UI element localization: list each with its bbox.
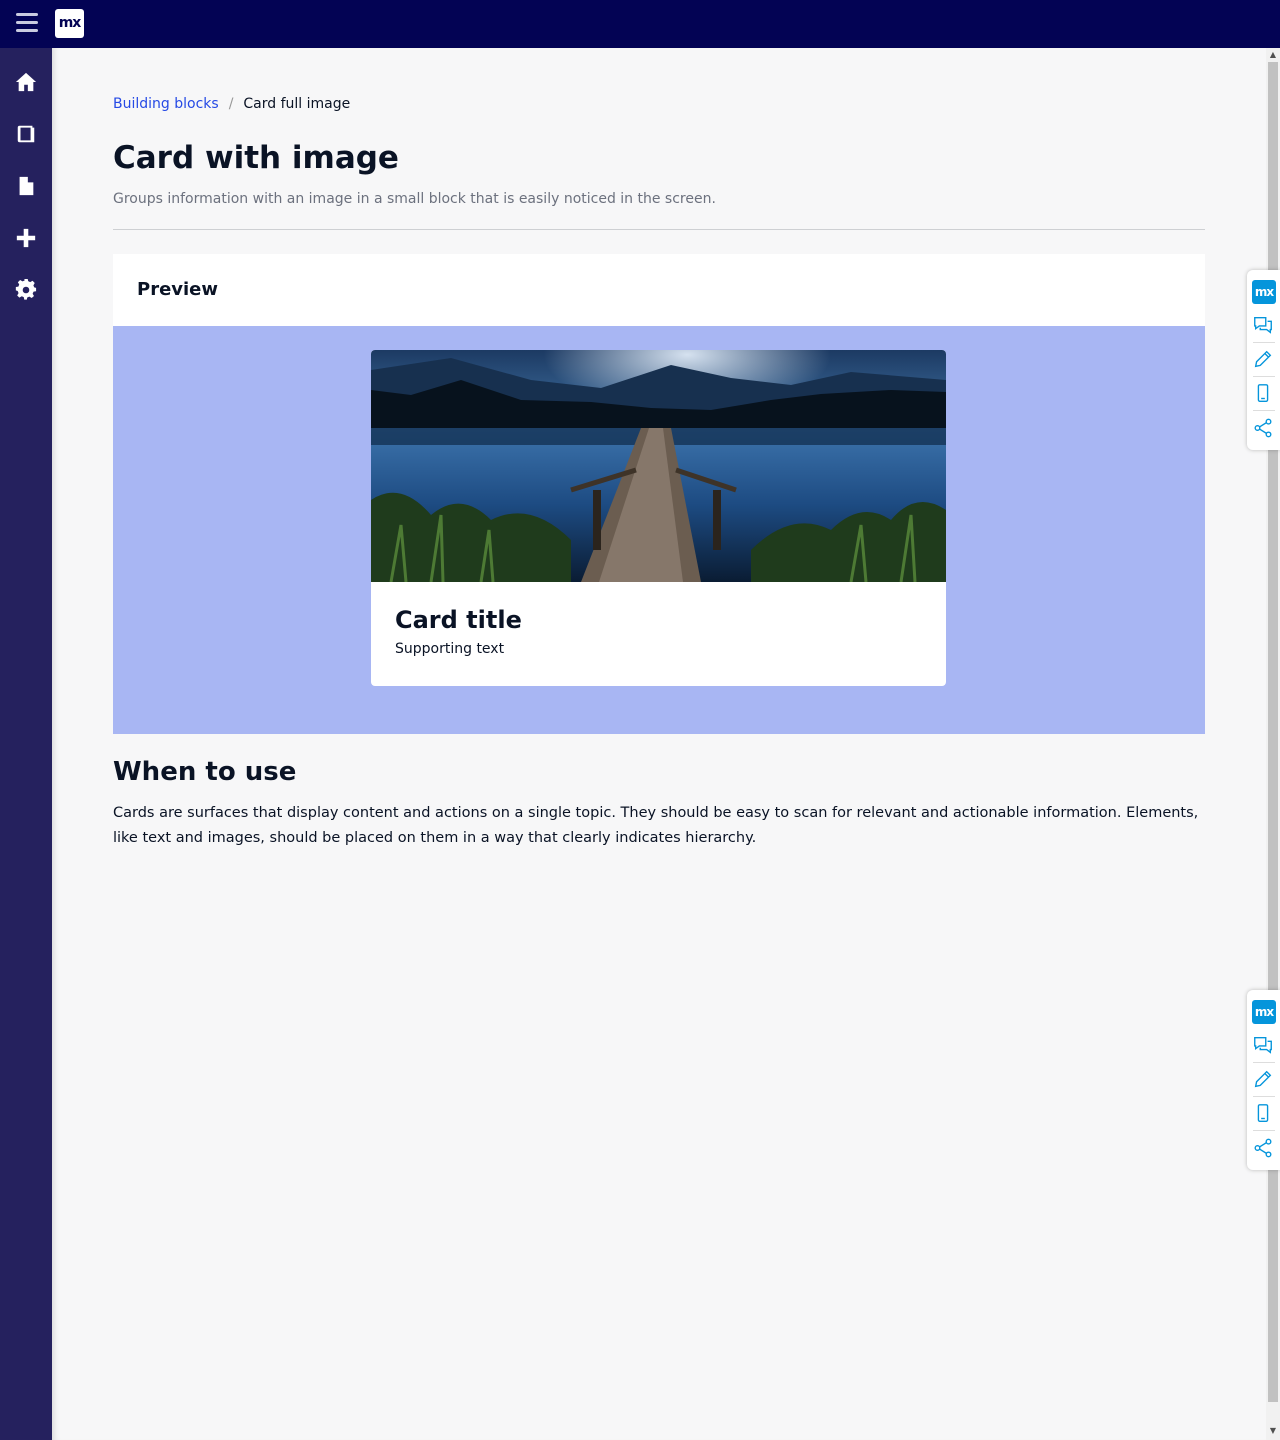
breadcrumb: Building blocks / Card full image [113,96,350,112]
gear-icon[interactable] [0,270,52,310]
plus-icon[interactable] [0,218,52,258]
side-toolbar-widget: mx [1247,270,1280,450]
preview-header: Preview [113,254,1205,326]
widget-divider [1253,410,1275,411]
card-image-lake-pier [371,350,946,582]
side-navigation [0,48,52,1440]
divider [113,229,1205,230]
chat-icon[interactable] [1252,314,1276,338]
widget-divider [1253,376,1275,377]
scroll-down-arrow-icon[interactable]: ▼ [1268,1426,1278,1436]
breadcrumb-separator: / [228,96,234,112]
page-subtitle: Groups information with an image in a sm… [113,191,716,207]
breadcrumb-link-building-blocks[interactable]: Building blocks [113,96,219,112]
preview-heading: Preview [137,279,219,300]
mendix-logo[interactable]: mx [55,9,84,38]
widget-divider [1253,1062,1275,1063]
hamburger-menu-icon[interactable] [16,13,38,35]
widget-divider [1253,1096,1275,1097]
mendix-widget-logo[interactable]: mx [1252,1000,1276,1024]
when-to-use-heading: When to use [113,757,297,787]
when-to-use-text: Cards are surfaces that display content … [113,805,1199,846]
chat-icon[interactable] [1252,1034,1276,1058]
pencil-icon[interactable] [1252,1068,1276,1092]
page-title: Card with image [113,140,399,176]
card-title: Card title [395,606,522,634]
breadcrumb-current: Card full image [243,96,351,112]
widget-divider [1253,342,1275,343]
preview-area: Card title Supporting text [113,326,1205,734]
book-icon[interactable] [0,114,52,154]
card-supporting-text: Supporting text [395,641,505,657]
file-icon[interactable] [0,166,52,206]
scrollbar-thumb[interactable] [1268,62,1278,1402]
mobile-icon[interactable] [1252,1102,1276,1126]
side-toolbar-widget: mx [1247,990,1280,1170]
top-bar: mx [0,0,1280,48]
share-icon[interactable] [1252,417,1276,441]
mobile-icon[interactable] [1252,382,1276,406]
scroll-up-arrow-icon[interactable]: ▲ [1268,50,1278,60]
home-icon[interactable] [0,62,52,102]
widget-divider [1253,1130,1275,1131]
share-icon[interactable] [1252,1137,1276,1161]
mendix-widget-logo[interactable]: mx [1252,280,1276,304]
pencil-icon[interactable] [1252,348,1276,372]
card: Card title Supporting text [371,350,946,686]
